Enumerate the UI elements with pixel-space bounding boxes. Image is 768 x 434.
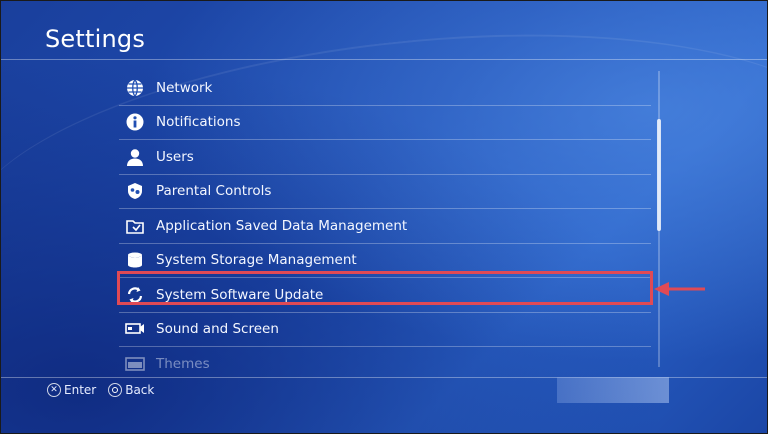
menu-item-sound-screen[interactable]: Sound and Screen <box>119 313 651 347</box>
menu-item-label: Network <box>156 79 213 96</box>
settings-menu: Network Notifications Users Parental Con… <box>119 71 651 381</box>
scrollbar-thumb[interactable] <box>657 119 661 231</box>
page-title: Settings <box>45 25 146 53</box>
storage-icon <box>124 249 146 271</box>
menu-item-notifications[interactable]: Notifications <box>119 106 651 140</box>
shield-icon <box>124 180 146 202</box>
sound-screen-icon <box>124 318 146 340</box>
menu-item-label: System Storage Management <box>156 252 357 269</box>
refresh-icon <box>124 284 146 306</box>
menu-item-users[interactable]: Users <box>119 140 651 175</box>
menu-item-label: System Software Update <box>156 286 324 303</box>
folder-icon <box>124 215 146 237</box>
menu-item-label: Parental Controls <box>156 183 272 200</box>
menu-item-network[interactable]: Network <box>119 71 651 106</box>
pointer-arrow-icon <box>654 282 705 296</box>
menu-item-label: Application Saved Data Management <box>156 217 408 234</box>
menu-item-saved-data[interactable]: Application Saved Data Management <box>119 209 651 244</box>
button-guide: ✕ Enter Back <box>47 383 166 397</box>
settings-screen: Settings Network Notifications Users Par… <box>0 0 768 434</box>
info-icon <box>124 111 146 133</box>
menu-item-label: Themes <box>156 355 210 372</box>
redacted-area <box>557 377 669 403</box>
back-label: Back <box>125 383 155 397</box>
menu-item-storage[interactable]: System Storage Management <box>119 244 651 278</box>
user-icon <box>124 146 146 168</box>
menu-item-system-software-update[interactable]: System Software Update <box>119 278 651 313</box>
enter-label: Enter <box>64 383 97 397</box>
menu-item-parental-controls[interactable]: Parental Controls <box>119 175 651 209</box>
circle-button-icon <box>108 383 123 397</box>
back-hint: Back <box>108 383 154 397</box>
cross-button-icon: ✕ <box>47 383 61 397</box>
themes-icon <box>124 353 146 375</box>
enter-hint: ✕ Enter <box>47 383 96 397</box>
globe-icon <box>124 77 146 99</box>
header-divider <box>1 59 767 60</box>
menu-item-label: Notifications <box>156 114 241 131</box>
menu-item-label: Sound and Screen <box>156 321 279 338</box>
menu-item-themes[interactable]: Themes <box>119 347 651 381</box>
menu-item-label: Users <box>156 148 194 165</box>
